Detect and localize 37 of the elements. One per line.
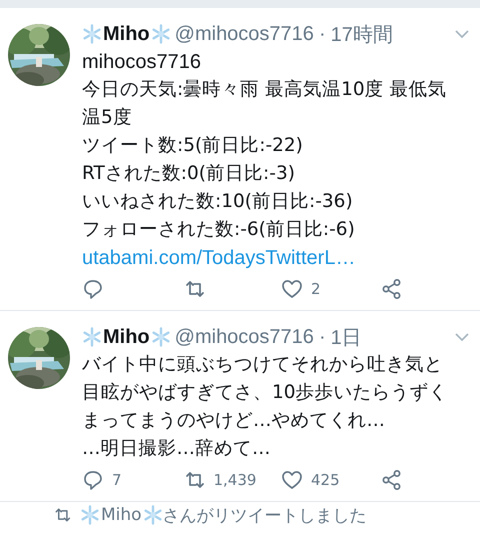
timestamp: 17時間	[330, 22, 393, 48]
snowflake-icon	[142, 505, 163, 525]
heart-icon[interactable]	[281, 278, 303, 300]
display-name[interactable]: Miho	[103, 22, 150, 46]
tweet-text: …明日撮影…辞めて…	[82, 437, 270, 461]
retweeter-name[interactable]: Miho	[101, 505, 142, 525]
separator: ·	[318, 326, 326, 348]
like-count: 425	[311, 471, 340, 489]
timestamp: 1日	[330, 326, 362, 350]
share-icon[interactable]	[380, 278, 402, 300]
tweet-text: バイト中に頭ぶちつけてそれから吐き気と	[82, 353, 443, 377]
snowflake-icon	[82, 24, 102, 44]
snowflake-icon	[82, 327, 102, 347]
heart-icon[interactable]	[281, 469, 303, 491]
tweet-text: 温5度	[82, 106, 132, 130]
tweet-text: いいねされた数:10(前日比:-36)	[82, 190, 353, 214]
retweet-notice-text: さんがリツイートしました	[162, 504, 367, 526]
reply-icon[interactable]	[82, 469, 104, 491]
tweet-text: ツイート数:5(前日比:-22)	[82, 134, 303, 158]
like-count: 2	[311, 280, 321, 298]
tweet-text: 目眩がやばすぎてさ、10歩歩いたらうずく	[82, 381, 448, 405]
user-handle: @mihocos7716	[174, 22, 314, 46]
reply-icon[interactable]	[82, 278, 104, 300]
snowflake-icon	[80, 505, 100, 525]
display-name[interactable]: Miho	[103, 326, 150, 348]
retweet-count: 1,439	[214, 471, 256, 489]
tweet-text: フォローされた数:-6(前日比:-6)	[82, 218, 355, 242]
snowflake-icon	[150, 24, 171, 44]
user-handle: @mihocos7716	[174, 326, 314, 348]
tweet-text: まってまうのやけど…やめてくれ…	[82, 409, 385, 433]
share-icon[interactable]	[380, 469, 402, 491]
separator: ·	[318, 22, 326, 46]
tweet-text: 今日の天気:曇時々雨 最高気温10度 最低気	[82, 78, 447, 102]
snowflake-icon	[150, 327, 171, 347]
tweet-text: RTされた数:0(前日比:-3)	[82, 162, 295, 186]
reply-count: 7	[112, 471, 122, 489]
tweet-text: mihocos7716	[82, 50, 201, 75]
